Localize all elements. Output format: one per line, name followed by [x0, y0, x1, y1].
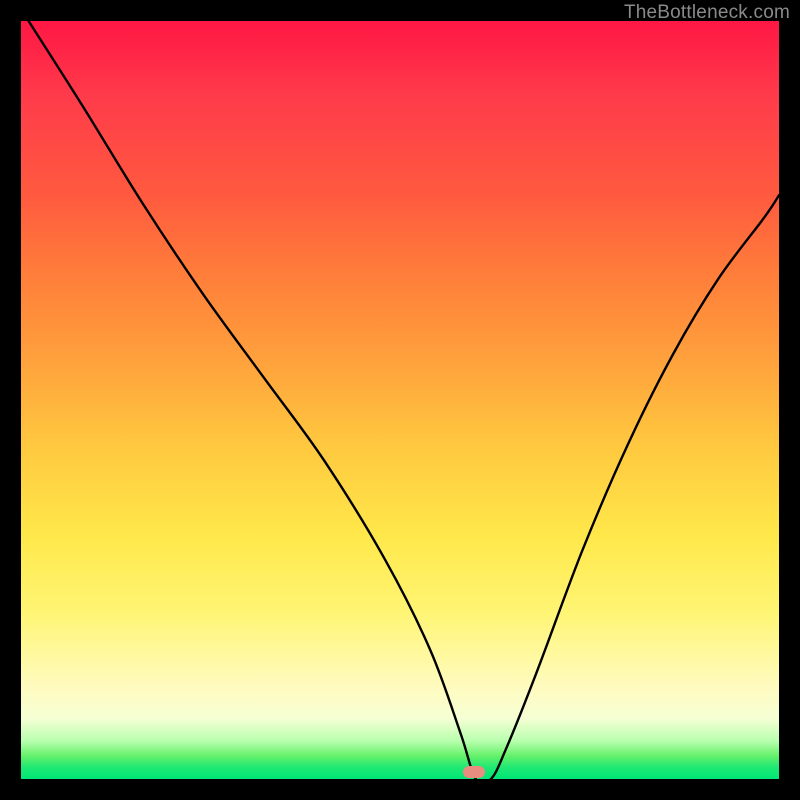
bottleneck-curve-path	[29, 21, 779, 779]
plot-area	[21, 21, 779, 779]
bottleneck-curve	[21, 21, 779, 779]
optimum-marker	[463, 766, 485, 778]
chart-container: TheBottleneck.com	[0, 0, 800, 800]
